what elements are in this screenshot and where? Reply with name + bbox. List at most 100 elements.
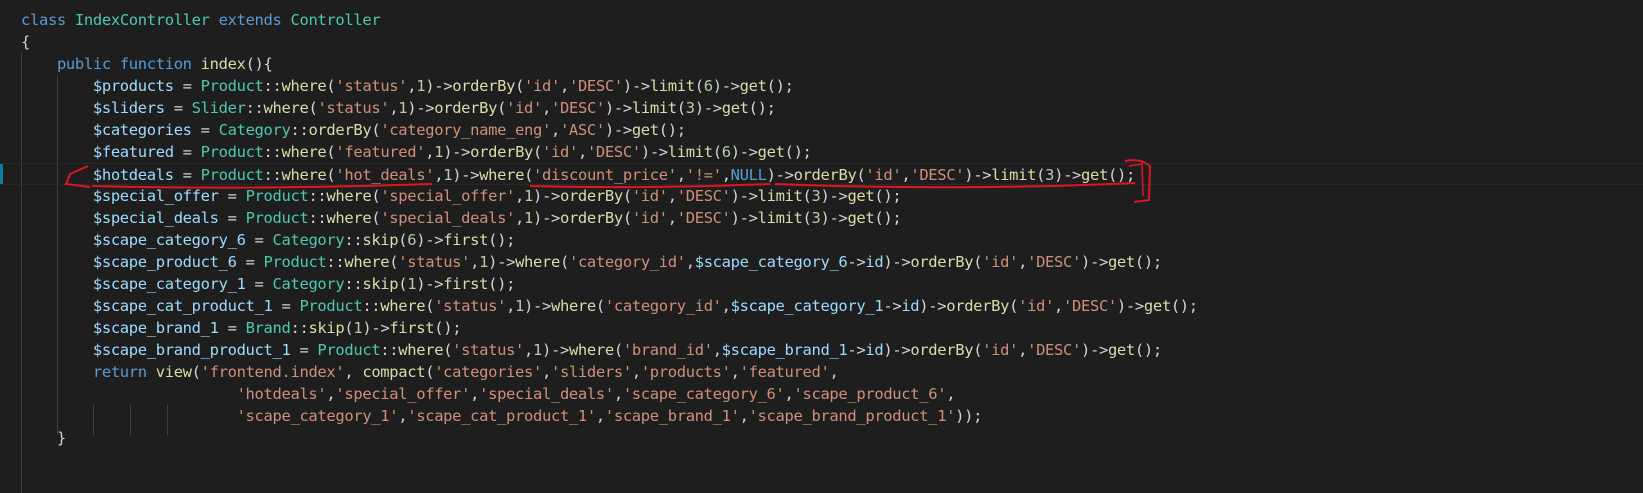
code-line[interactable]: $special_deals = Product::where('special… [21,207,902,229]
token-fn: view [155,363,192,381]
token-plain: , [542,363,551,381]
token-str: 'id' [982,341,1019,359]
token-plain: :: [290,121,309,139]
token-cls: Category [218,121,291,139]
code-line-current[interactable]: $hotdeals = Product::where('hot_deals',1… [0,163,1643,185]
token-plain: )-> [1081,341,1108,359]
token-plain: )-> [694,99,722,117]
token-cls: Controller [290,11,381,29]
token-plain: , [550,121,560,139]
token-plain: ( [533,143,543,161]
token-plain: , [685,253,695,271]
token-str: 'id' [1018,297,1055,315]
token-plain: ( [973,341,983,359]
token-var: $scape_category_1 [730,297,884,315]
token-num: 1 [443,166,453,184]
code-line[interactable]: class IndexController extends Controller [21,9,381,31]
code-line[interactable]: $scape_category_6 = Category::skip(6)->f… [21,229,516,251]
token-str: 'DESC' [1063,297,1117,315]
token-plain: = [191,121,219,139]
token-plain: , [559,77,569,95]
token-str: 'scape_brand_1' [604,407,740,425]
code-line[interactable]: { [21,31,30,53]
token-fn: orderBy [434,99,498,117]
token-plain: (); [1108,166,1135,184]
token-plain: , [1018,253,1028,271]
code-line[interactable]: 'hotdeals','special_offer','special_deal… [21,383,956,405]
token-str: 'special_offer' [335,385,471,403]
token-plain: , [577,143,587,161]
code-line[interactable]: $scape_cat_product_1 = Product::where('s… [21,295,1198,317]
token-fn: orderBy [910,341,974,359]
token-kw: function [119,55,201,73]
token-plain: , [730,363,740,381]
token-plain: , [398,407,408,425]
token-fn: where [263,99,309,117]
token-plain: ( [622,209,632,227]
token-str: 'DESC' [586,143,641,161]
token-str: 'category_id' [604,297,722,315]
token-plain: ( [371,121,381,139]
token-plain: = [173,166,201,184]
token-str: 'id' [524,77,560,95]
token-plain: ( [389,253,399,271]
token-plain: ( [676,99,686,117]
code-line[interactable]: $scape_brand_1 = Brand::skip(1)->first()… [21,317,462,339]
token-num: 1 [407,275,417,293]
token-kw: extends [218,11,291,29]
token-fn: orderBy [559,187,623,205]
token-plain: )-> [766,166,794,184]
code-line[interactable]: 'scape_category_1','scape_cat_product_1'… [21,405,983,427]
token-str: 'status' [452,341,525,359]
token-plain: (); [658,121,686,139]
token-plain: , [676,166,686,184]
token-fn: index [200,55,246,73]
code-line[interactable]: $scape_product_6 = Product::where('statu… [21,251,1162,273]
token-cls: Category [272,231,345,249]
code-line[interactable]: $sliders = Slider::where('status',1)->or… [21,97,776,119]
token-plain: } [21,429,66,447]
code-line[interactable]: $special_offer = Product::where('special… [21,185,902,207]
token-str: 'DESC' [676,209,731,227]
token-var: $scape_brand_product_1 [92,341,291,359]
token-fn: get [1143,297,1171,315]
token-plain: , [595,407,605,425]
token-plain: ( [425,363,435,381]
code-line[interactable]: public function index(){ [21,53,273,75]
token-plain: = [245,275,273,293]
token-fn: where [479,166,525,184]
token-plain: , [712,341,722,359]
code-line[interactable]: $categories = Category::orderBy('categor… [21,119,686,141]
code-line[interactable]: $products = Product::where('status',1)->… [21,75,794,97]
token-str: 'id' [542,143,578,161]
code-line[interactable]: return view('frontend.index', compact('c… [21,361,839,383]
token-str: 'frontend.index' [200,363,345,381]
token-plain: ( [595,297,605,315]
token-str: 'category_id' [568,253,686,271]
token-plain: )-> [883,253,911,271]
token-fn: where [326,209,372,227]
token-str: 'status' [317,99,390,117]
code-editor[interactable]: class IndexController extends Controller… [0,0,1643,493]
token-plain: )-> [640,143,668,161]
token-plain: )-> [524,297,551,315]
token-plain: )-> [533,187,560,205]
token-plain: )-> [362,319,390,337]
token-plain: ( [371,209,381,227]
token-fn: where [281,143,327,161]
token-num: 1 [524,209,534,227]
token-plain: , [470,253,480,271]
code-line[interactable]: $scape_category_1 = Category::skip(1)->f… [21,273,516,295]
token-str: 'DESC' [910,166,965,184]
token-num: 1 [434,143,444,161]
code-line[interactable]: $scape_brand_product_1 = Product::where(… [21,339,1162,361]
code-line[interactable]: } [21,427,66,449]
token-plain: :: [380,341,399,359]
token-plain: ( [622,187,632,205]
code-line[interactable]: $featured = Product::where('featured',1)… [21,141,812,163]
